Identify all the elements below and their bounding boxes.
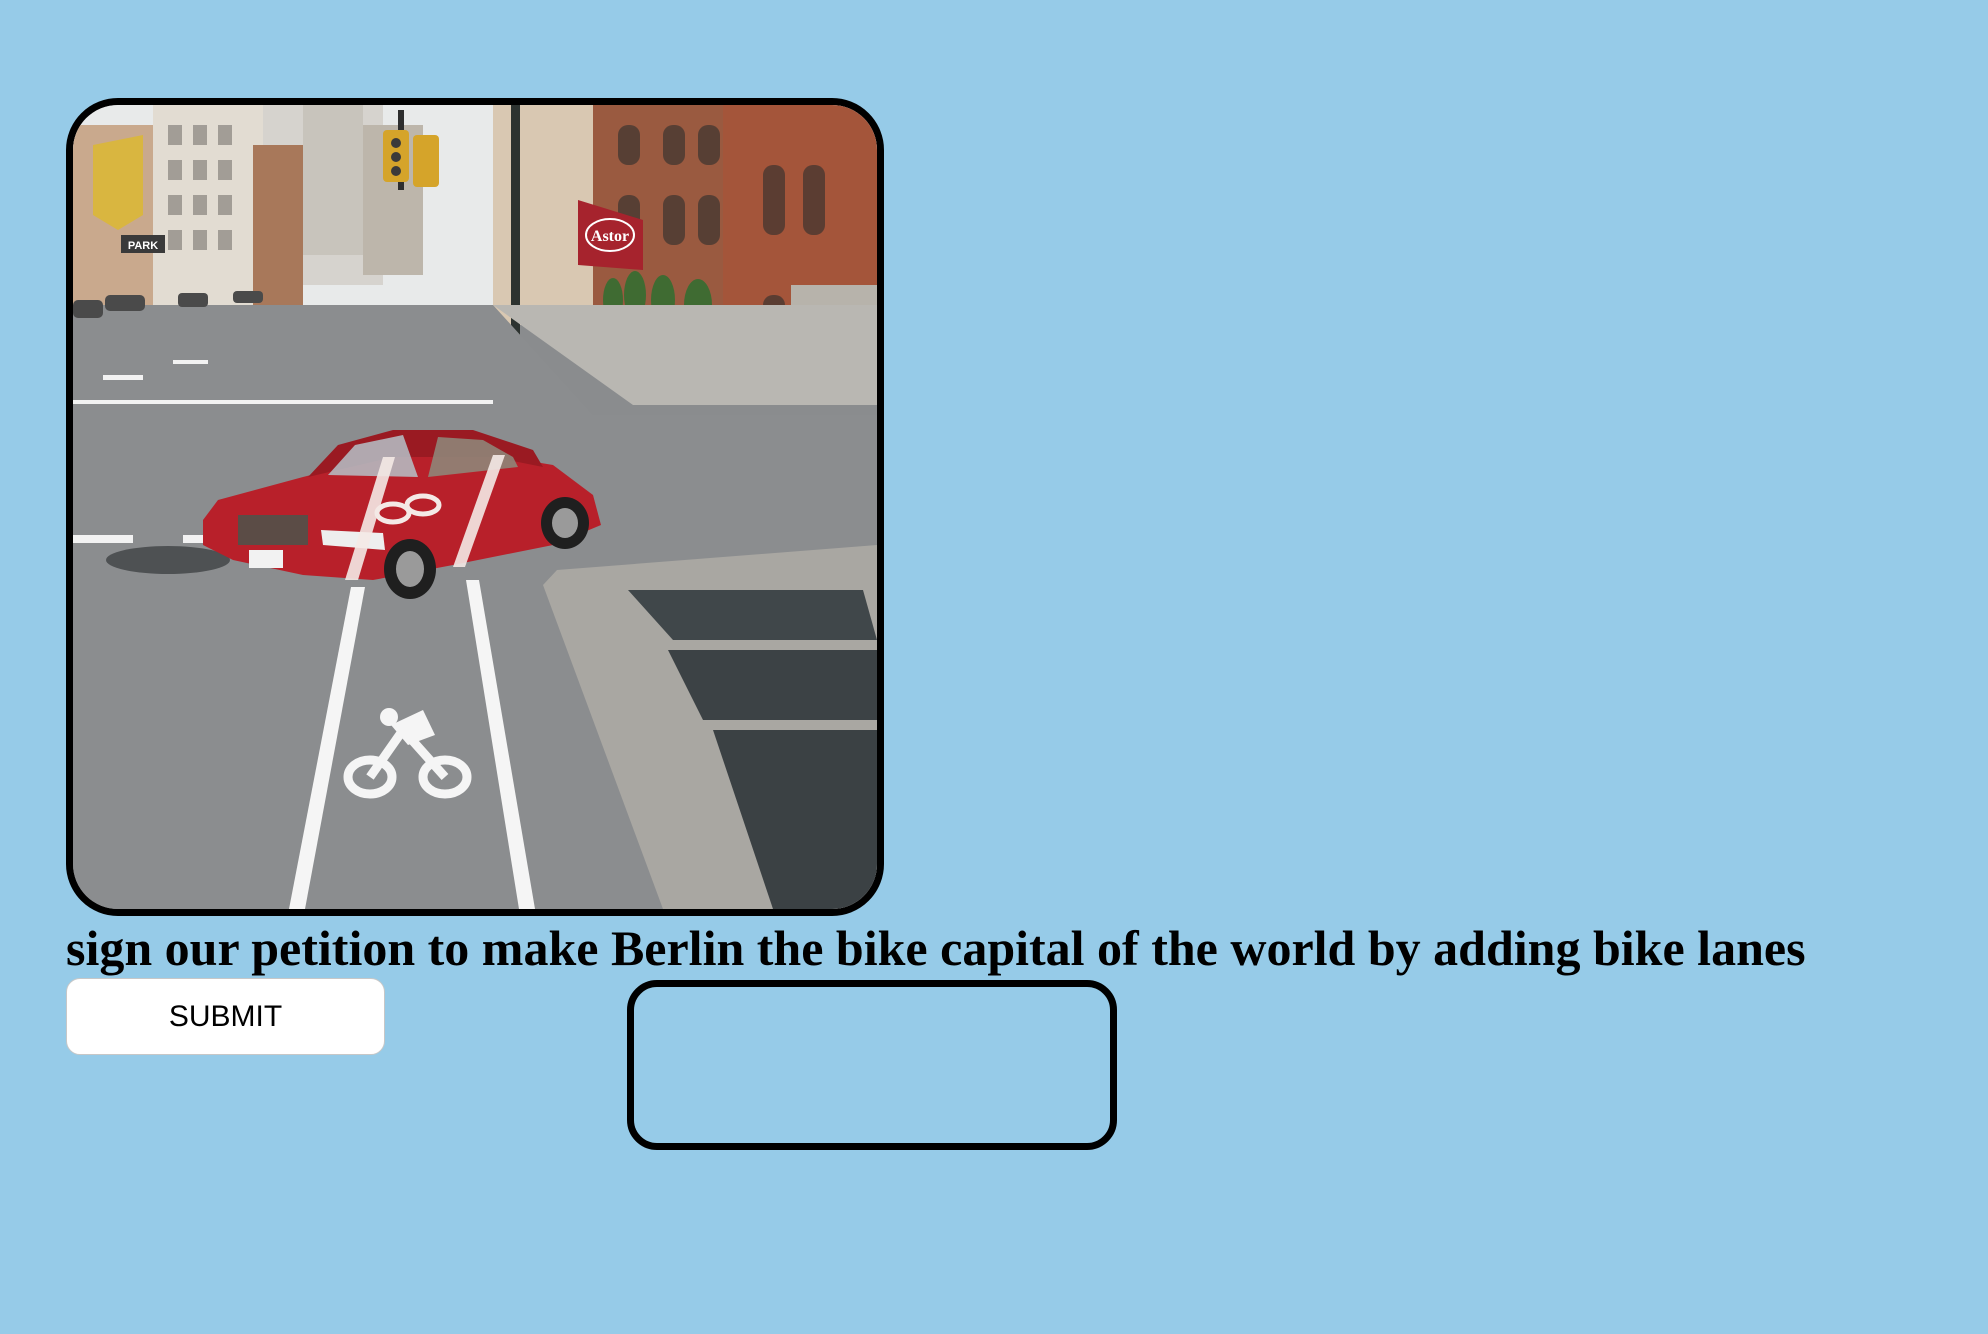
petition-headline: sign our petition to make Berlin the bik…	[66, 920, 1806, 976]
petition-input[interactable]	[627, 980, 1117, 1150]
astor-sign-text: Astor	[591, 228, 629, 245]
submit-button[interactable]: SUBMIT	[66, 978, 385, 1055]
park-sign-text: PARK	[128, 240, 158, 252]
street-photo: PARK Astor	[66, 98, 884, 916]
